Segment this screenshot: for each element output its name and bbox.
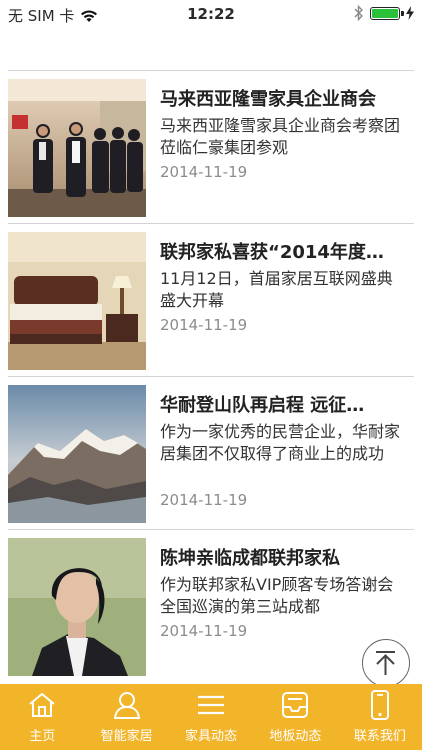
news-item[interactable]: 马来西亚隆雪家具企业商会 马来西亚隆雪家具企业商会考察团莅临仁豪集团参观 201… — [8, 70, 414, 223]
charging-icon — [406, 6, 414, 20]
news-summary: 马来西亚隆雪家具企业商会考察团莅临仁豪集团参观 — [160, 116, 401, 157]
news-title: 陈坤亲临成都联邦家私 — [160, 548, 340, 569]
tab-label: 智能家居 — [100, 729, 153, 744]
news-date: 2014-11-19 — [160, 622, 248, 640]
bedroom-photo — [8, 232, 146, 370]
person-icon — [113, 692, 140, 719]
news-title: 联邦家私喜获“2014年度… — [160, 242, 384, 263]
home-icon — [29, 693, 55, 717]
tab-home[interactable]: 主页 — [0, 684, 84, 750]
news-title: 华耐登山队再启程 远征… — [160, 395, 365, 416]
tab-smart-home[interactable]: 智能家居 — [84, 684, 168, 750]
menu-icon — [198, 695, 225, 715]
tab-floor-news[interactable]: 地板动态 — [253, 684, 337, 750]
news-item[interactable]: 陈坤亲临成都联邦家私 作为联邦家私VIP顾客专场答谢会全国巡演的第三站成都 20… — [8, 529, 414, 682]
phone-icon — [370, 690, 389, 720]
back-to-top-button[interactable] — [362, 639, 410, 687]
news-thumbnail — [8, 79, 146, 217]
tab-contact-us[interactable]: 联系我们 — [338, 684, 422, 750]
tab-bar: 主页 智能家居 家具动态 地板动态 联系我们 — [0, 684, 422, 750]
news-item[interactable]: 联邦家私喜获“2014年度… 11月12日，首届家居互联网盛典盛大开幕 2014… — [8, 223, 414, 376]
battery-fill — [372, 8, 398, 18]
status-right — [354, 5, 414, 21]
tab-label: 地板动态 — [269, 729, 322, 744]
tab-label: 家具动态 — [185, 729, 238, 744]
portrait-photo — [8, 538, 146, 676]
news-date: 2014-11-19 — [160, 163, 248, 181]
news-summary: 作为联邦家私VIP顾客专场答谢会全国巡演的第三站成都 — [160, 575, 394, 616]
tab-furniture-news[interactable]: 家具动态 — [169, 684, 253, 750]
tab-label: 联系我们 — [353, 729, 406, 744]
status-bar: 无 SIM 卡 12:22 — [0, 0, 422, 28]
snow-mountain-photo — [8, 385, 146, 523]
battery-tip — [401, 10, 404, 16]
arrow-up-icon — [376, 651, 395, 675]
news-list: 马来西亚隆雪家具企业商会 马来西亚隆雪家具企业商会考察团莅临仁豪集团参观 201… — [8, 70, 414, 682]
news-thumbnail — [8, 232, 146, 370]
news-thumbnail — [8, 538, 146, 676]
news-thumbnail — [8, 385, 146, 523]
news-date: 2014-11-19 — [160, 316, 248, 334]
news-summary: 11月12日，首届家居互联网盛典盛大开幕 — [160, 269, 393, 310]
tray-icon — [282, 692, 309, 718]
people-visit-photo — [8, 79, 146, 217]
tab-label: 主页 — [29, 729, 56, 744]
news-date: 2014-11-19 — [160, 491, 248, 509]
bluetooth-icon — [354, 5, 363, 21]
battery-icon — [370, 6, 404, 20]
news-item[interactable]: 华耐登山队再启程 远征… 作为一家优秀的民营企业，华耐家居集团不仅取得了商业上的… — [8, 376, 414, 529]
news-summary: 作为一家优秀的民营企业，华耐家居集团不仅取得了商业上的成功 — [160, 422, 401, 463]
news-title: 马来西亚隆雪家具企业商会 — [160, 89, 376, 110]
